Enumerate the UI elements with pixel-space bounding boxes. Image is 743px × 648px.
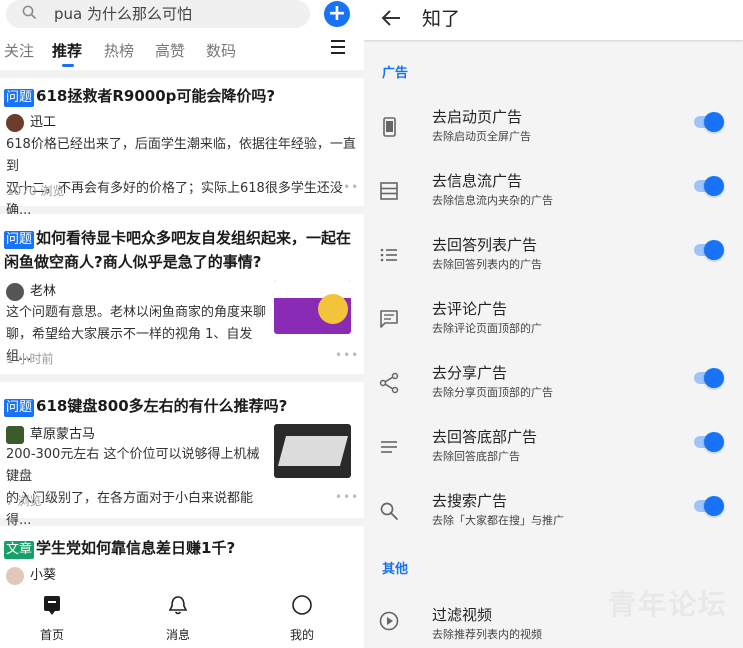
avatar[interactable] — [6, 113, 24, 132]
share-icon — [379, 372, 399, 394]
toggle-switch[interactable] — [694, 240, 724, 260]
setting-row-comment-ad[interactable]: 去评论广告 去除评论页面顶部的广 — [364, 290, 743, 354]
card-title[interactable]: 问题 如何看待显卡吧众多吧友自发组织起来，一起在 闲鱼做空商人?商人似乎是急了的事… — [4, 226, 351, 274]
setting-row-feed-ad[interactable]: 去信息流广告 去除信息流内夹杂的广告 — [364, 162, 743, 226]
zhihu-feed-pane: pua 为什么那么可怕 + 关注 推荐 热榜 高赞 数码 问题 618拯救者R90… — [0, 0, 364, 648]
phone-icon — [383, 117, 396, 137]
watermark: 青年论坛 — [608, 588, 729, 621]
back-arrow-icon[interactable] — [380, 8, 402, 28]
profile-icon — [292, 595, 312, 615]
view-count: 1070 浏览 — [6, 184, 65, 198]
tab-top-voted[interactable]: 高赞 — [155, 40, 185, 61]
setting-row-search-ad[interactable]: 去搜索广告 去除「大家都在搜」与推广 — [364, 482, 743, 546]
avatar[interactable] — [6, 282, 24, 301]
search-query: pua 为什么那么可怕 — [54, 5, 192, 23]
top-bar: pua 为什么那么可怕 + 关注 推荐 热榜 高赞 数码 — [0, 0, 364, 70]
toggle-switch[interactable] — [694, 496, 724, 516]
timestamp: 1 小时前 — [6, 352, 54, 366]
card-title[interactable]: 问题 618拯救者R9000p可能会降价吗? — [4, 84, 275, 108]
bottom-nav: 首页 消息 我的 — [0, 590, 364, 648]
toggle-switch[interactable] — [694, 176, 724, 196]
question-badge: 问题 — [4, 399, 35, 417]
toggle-switch[interactable] — [694, 368, 724, 388]
card-title[interactable]: 文章 学生党如何靠信息差日赚1千? — [4, 536, 235, 560]
feed-card[interactable]: 问题 如何看待显卡吧众多吧友自发组织起来，一起在 闲鱼做空商人?商人似乎是急了的事… — [0, 214, 364, 374]
nav-me[interactable]: 我的 — [262, 594, 342, 643]
bell-icon — [168, 596, 188, 615]
card-thumbnail[interactable] — [274, 280, 351, 334]
active-tab-indicator — [62, 64, 74, 67]
tab-digital[interactable]: 数码 — [206, 40, 236, 61]
feed-card[interactable]: 问题 618键盘800多左右的有什么推荐吗? 草原蒙古马 200-300元左右 这… — [0, 382, 364, 528]
comment-icon — [380, 310, 398, 328]
toggle-switch[interactable] — [694, 112, 724, 132]
section-header-other: 其他 — [382, 562, 409, 577]
feed-icon — [380, 182, 398, 200]
toggle-switch[interactable] — [694, 432, 724, 452]
nav-home[interactable]: 首页 — [12, 594, 92, 643]
author[interactable]: 老林 — [6, 280, 56, 301]
author[interactable]: 迅工 — [6, 111, 56, 132]
tab-hot[interactable]: 热榜 — [104, 40, 134, 61]
excerpt[interactable]: 200-300元左右 这个价位可以说够得上机械键盘 的入门级别了，在各方面对于小… — [6, 444, 268, 532]
feed-card[interactable]: 文章 学生党如何靠信息差日赚1千? 小葵 — [0, 526, 364, 590]
tab-recommend[interactable]: 推荐 — [52, 40, 82, 61]
lines-icon — [381, 441, 397, 453]
feed-tabs: 关注 推荐 热榜 高赞 数码 — [0, 40, 364, 68]
question-badge: 问题 — [4, 231, 35, 249]
article-badge: 文章 — [4, 541, 35, 559]
search-icon — [380, 502, 398, 520]
setting-row-answer-list-ad[interactable]: 去回答列表广告 去除回答列表内的广告 — [364, 226, 743, 290]
app-bar: 知了 — [364, 0, 743, 40]
home-icon — [44, 596, 60, 615]
nav-messages[interactable]: 消息 — [138, 594, 218, 643]
page-title: 知了 — [422, 8, 461, 30]
setting-row-share-ad[interactable]: 去分享广告 去除分享页面顶部的广告 — [364, 354, 743, 418]
feed-card[interactable]: 问题 618拯救者R9000p可能会降价吗? 迅工 618价格已经出来了，后面学生… — [0, 78, 364, 218]
author[interactable]: 小葵 — [6, 564, 56, 585]
search-input[interactable]: pua 为什么那么可怕 — [6, 0, 310, 28]
more-icon[interactable]: ••• — [335, 348, 359, 362]
card-title[interactable]: 问题 618键盘800多左右的有什么推荐吗? — [4, 394, 287, 418]
list-icon — [380, 248, 397, 262]
excerpt[interactable]: 618价格已经出来了，后面学生潮来临，依据往年经验，一直到 双十二，不再会有多好… — [6, 134, 364, 222]
view-count: 7 浏览 — [6, 494, 42, 508]
zhiliao-settings-pane: 知了 广告 去启动页广告 去除启动页全屏广告 去信息流广告 去除信息流内夹杂的广… — [364, 0, 743, 648]
card-thumbnail[interactable] — [274, 424, 351, 478]
author[interactable]: 草原蒙古马 — [6, 423, 95, 444]
play-icon — [379, 611, 399, 631]
add-button[interactable]: + — [324, 1, 350, 27]
menu-icon[interactable] — [331, 40, 345, 56]
avatar[interactable] — [6, 425, 24, 444]
question-badge: 问题 — [4, 89, 35, 107]
avatar[interactable] — [6, 566, 24, 585]
more-icon[interactable]: ••• — [335, 180, 359, 194]
setting-row-splash-ad[interactable]: 去启动页广告 去除启动页全屏广告 — [364, 98, 743, 162]
tab-follow[interactable]: 关注 — [4, 40, 34, 61]
more-icon[interactable]: ••• — [335, 490, 359, 504]
section-header-ads: 广告 — [382, 66, 409, 81]
search-icon — [22, 5, 36, 19]
setting-row-answer-bottom-ad[interactable]: 去回答底部广告 去除回答底部广告 — [364, 418, 743, 482]
